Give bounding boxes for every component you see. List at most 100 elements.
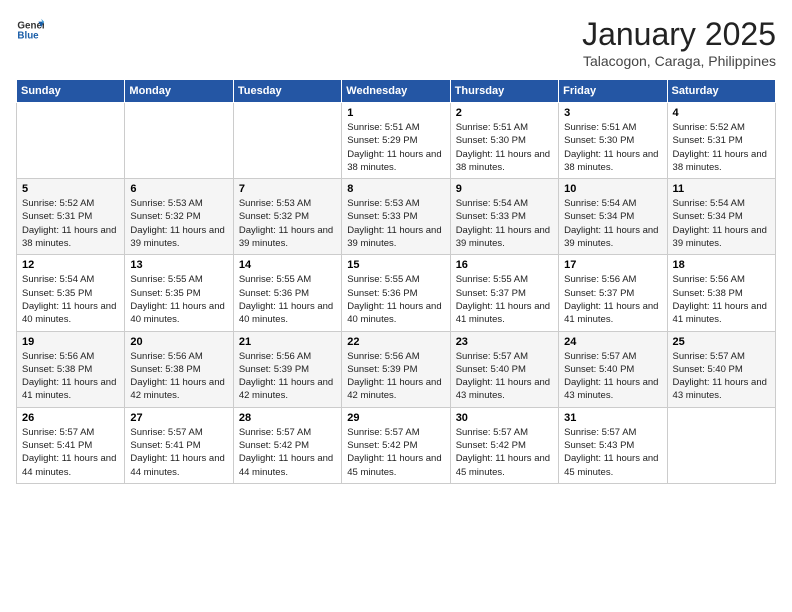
day-info: Sunrise: 5:54 AM Sunset: 5:34 PM Dayligh… — [564, 197, 661, 250]
calendar-cell: 24 Sunrise: 5:57 AM Sunset: 5:40 PM Dayli… — [559, 331, 667, 407]
day-number: 1 — [347, 107, 444, 119]
day-info: Sunrise: 5:55 AM Sunset: 5:37 PM Dayligh… — [456, 273, 553, 326]
day-number: 18 — [673, 259, 770, 271]
day-number: 29 — [347, 412, 444, 424]
calendar-cell: 7Sunrise: 5:53 AM Sunset: 5:32 PM Daylig… — [233, 179, 341, 255]
day-info: Sunrise: 5:57 AM Sunset: 5:40 PM Dayligh… — [456, 350, 553, 403]
calendar-cell: 1 Sunrise: 5:51 AM Sunset: 5:29 PM Daylig… — [342, 103, 450, 179]
day-number: 13 — [130, 259, 227, 271]
calendar-cell: 9 Sunrise: 5:54 AM Sunset: 5:33 PM Daylig… — [450, 179, 558, 255]
header-thursday: Thursday — [450, 80, 558, 103]
day-number: 16 — [456, 259, 553, 271]
day-number: 25 — [673, 336, 770, 348]
day-info: Sunrise: 5:57 AM Sunset: 5:42 PM Dayligh… — [456, 426, 553, 479]
day-info: Sunrise: 5:55 AM Sunset: 5:36 PM Dayligh… — [347, 273, 444, 326]
day-info: Sunrise: 5:56 AM Sunset: 5:38 PM Dayligh… — [130, 350, 227, 403]
day-info: Sunrise: 5:55 AM Sunset: 5:35 PM Dayligh… — [130, 273, 227, 326]
calendar-cell: 15 Sunrise: 5:55 AM Sunset: 5:36 PM Dayli… — [342, 255, 450, 331]
calendar-cell: 3 Sunrise: 5:51 AM Sunset: 5:30 PM Daylig… — [559, 103, 667, 179]
day-info: Sunrise: 5:55 AM Sunset: 5:36 PM Dayligh… — [239, 273, 336, 326]
calendar-table: SundayMondayTuesdayWednesdayThursdayFrid… — [16, 79, 776, 484]
day-number: 11 — [673, 183, 770, 195]
calendar-cell: 4 Sunrise: 5:52 AM Sunset: 5:31 PM Daylig… — [667, 103, 775, 179]
day-number: 14 — [239, 259, 336, 271]
calendar-cell: 12 Sunrise: 5:54 AM Sunset: 5:35 PM Dayli… — [17, 255, 125, 331]
calendar-week-1: 1 Sunrise: 5:51 AM Sunset: 5:29 PM Daylig… — [17, 103, 776, 179]
day-number: 12 — [22, 259, 119, 271]
day-number: 31 — [564, 412, 661, 424]
day-info: Sunrise: 5:51 AM Sunset: 5:29 PM Dayligh… — [347, 121, 444, 174]
day-info: Sunrise: 5:53 AM Sunset: 5:32 PM Dayligh… — [130, 197, 227, 250]
calendar-cell — [125, 103, 233, 179]
day-info: Sunrise: 5:57 AM Sunset: 5:41 PM Dayligh… — [22, 426, 119, 479]
calendar-cell: 26 Sunrise: 5:57 AM Sunset: 5:41 PM Dayli… — [17, 407, 125, 483]
day-number: 27 — [130, 412, 227, 424]
calendar-cell: 21 Sunrise: 5:56 AM Sunset: 5:39 PM Dayli… — [233, 331, 341, 407]
calendar-cell — [233, 103, 341, 179]
day-info: Sunrise: 5:51 AM Sunset: 5:30 PM Dayligh… — [564, 121, 661, 174]
calendar-week-2: 5Sunrise: 5:52 AM Sunset: 5:31 PM Daylig… — [17, 179, 776, 255]
calendar-cell: 8Sunrise: 5:53 AM Sunset: 5:33 PM Daylig… — [342, 179, 450, 255]
calendar-cell — [17, 103, 125, 179]
day-info: Sunrise: 5:54 AM Sunset: 5:33 PM Dayligh… — [456, 197, 553, 250]
calendar-cell: 20 Sunrise: 5:56 AM Sunset: 5:38 PM Dayli… — [125, 331, 233, 407]
day-info: Sunrise: 5:57 AM Sunset: 5:40 PM Dayligh… — [564, 350, 661, 403]
header-monday: Monday — [125, 80, 233, 103]
day-number: 9 — [456, 183, 553, 195]
day-number: 2 — [456, 107, 553, 119]
day-info: Sunrise: 5:52 AM Sunset: 5:31 PM Dayligh… — [673, 121, 770, 174]
day-info: Sunrise: 5:52 AM Sunset: 5:31 PM Dayligh… — [22, 197, 119, 250]
month-title: January 2025 — [582, 16, 776, 53]
day-number: 4 — [673, 107, 770, 119]
calendar-cell: 17 Sunrise: 5:56 AM Sunset: 5:37 PM Dayli… — [559, 255, 667, 331]
header-friday: Friday — [559, 80, 667, 103]
day-number: 15 — [347, 259, 444, 271]
calendar-cell: 25 Sunrise: 5:57 AM Sunset: 5:40 PM Dayli… — [667, 331, 775, 407]
logo-icon: General Blue — [16, 16, 44, 44]
day-info: Sunrise: 5:54 AM Sunset: 5:34 PM Dayligh… — [673, 197, 770, 250]
calendar-cell: 30 Sunrise: 5:57 AM Sunset: 5:42 PM Dayli… — [450, 407, 558, 483]
day-number: 3 — [564, 107, 661, 119]
calendar-cell: 23 Sunrise: 5:57 AM Sunset: 5:40 PM Dayli… — [450, 331, 558, 407]
day-info: Sunrise: 5:56 AM Sunset: 5:38 PM Dayligh… — [22, 350, 119, 403]
calendar-week-4: 19 Sunrise: 5:56 AM Sunset: 5:38 PM Dayli… — [17, 331, 776, 407]
day-info: Sunrise: 5:54 AM Sunset: 5:35 PM Dayligh… — [22, 273, 119, 326]
day-number: 19 — [22, 336, 119, 348]
day-number: 24 — [564, 336, 661, 348]
header-saturday: Saturday — [667, 80, 775, 103]
day-info: Sunrise: 5:56 AM Sunset: 5:39 PM Dayligh… — [347, 350, 444, 403]
day-info: Sunrise: 5:57 AM Sunset: 5:42 PM Dayligh… — [239, 426, 336, 479]
day-number: 30 — [456, 412, 553, 424]
day-info: Sunrise: 5:57 AM Sunset: 5:42 PM Dayligh… — [347, 426, 444, 479]
day-info: Sunrise: 5:56 AM Sunset: 5:37 PM Dayligh… — [564, 273, 661, 326]
calendar-cell: 13 Sunrise: 5:55 AM Sunset: 5:35 PM Dayli… — [125, 255, 233, 331]
subtitle: Talacogon, Caraga, Philippines — [582, 53, 776, 69]
title-block: January 2025 Talacogon, Caraga, Philippi… — [582, 16, 776, 69]
calendar-cell: 14 Sunrise: 5:55 AM Sunset: 5:36 PM Dayli… — [233, 255, 341, 331]
day-number: 21 — [239, 336, 336, 348]
day-info: Sunrise: 5:51 AM Sunset: 5:30 PM Dayligh… — [456, 121, 553, 174]
day-number: 17 — [564, 259, 661, 271]
calendar-week-3: 12 Sunrise: 5:54 AM Sunset: 5:35 PM Dayli… — [17, 255, 776, 331]
header-sunday: Sunday — [17, 80, 125, 103]
day-info: Sunrise: 5:56 AM Sunset: 5:38 PM Dayligh… — [673, 273, 770, 326]
day-info: Sunrise: 5:53 AM Sunset: 5:33 PM Dayligh… — [347, 197, 444, 250]
calendar-cell: 6 Sunrise: 5:53 AM Sunset: 5:32 PM Daylig… — [125, 179, 233, 255]
svg-text:Blue: Blue — [17, 30, 39, 41]
day-info: Sunrise: 5:56 AM Sunset: 5:39 PM Dayligh… — [239, 350, 336, 403]
day-number: 23 — [456, 336, 553, 348]
day-info: Sunrise: 5:53 AM Sunset: 5:32 PM Dayligh… — [239, 197, 336, 250]
calendar-cell: 29 Sunrise: 5:57 AM Sunset: 5:42 PM Dayli… — [342, 407, 450, 483]
calendar-cell: 10Sunrise: 5:54 AM Sunset: 5:34 PM Dayli… — [559, 179, 667, 255]
day-info: Sunrise: 5:57 AM Sunset: 5:41 PM Dayligh… — [130, 426, 227, 479]
day-number: 6 — [130, 183, 227, 195]
calendar-cell: 27 Sunrise: 5:57 AM Sunset: 5:41 PM Dayli… — [125, 407, 233, 483]
calendar-cell: 18 Sunrise: 5:56 AM Sunset: 5:38 PM Dayli… — [667, 255, 775, 331]
day-number: 26 — [22, 412, 119, 424]
day-number: 22 — [347, 336, 444, 348]
day-info: Sunrise: 5:57 AM Sunset: 5:40 PM Dayligh… — [673, 350, 770, 403]
header-tuesday: Tuesday — [233, 80, 341, 103]
calendar-cell: 11 Sunrise: 5:54 AM Sunset: 5:34 PM Dayli… — [667, 179, 775, 255]
day-number: 20 — [130, 336, 227, 348]
calendar-cell: 2 Sunrise: 5:51 AM Sunset: 5:30 PM Daylig… — [450, 103, 558, 179]
